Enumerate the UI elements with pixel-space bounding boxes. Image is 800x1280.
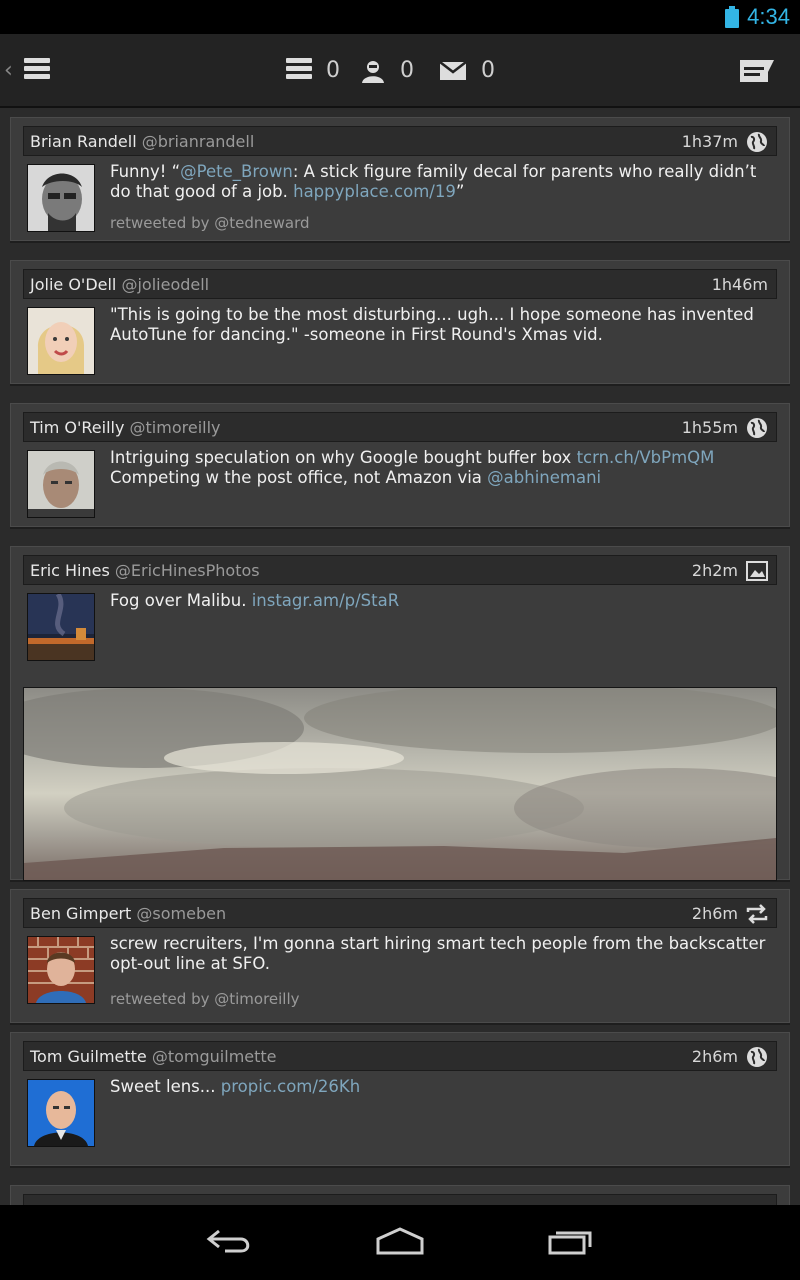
tweet-time: 2h6m [691,1047,738,1066]
avatar[interactable] [27,450,95,518]
timeline-icon[interactable] [286,58,312,82]
tweet-card[interactable]: Tom Guilmette @tomguilmette 2h6m Sweet l… [10,1032,790,1166]
tweet-time: 2h6m [691,904,738,923]
url-link[interactable]: instagr.am/p/StaR [252,591,400,610]
tweet-header: Tom Guilmette @tomguilmette 2h6m [23,1041,777,1071]
battery-icon [725,6,740,28]
mention-link[interactable]: @Pete_Brown [180,162,293,181]
author-name[interactable]: Tim O'Reilly [30,418,124,437]
tweet-header: Ben Gimpert @someben 2h6m [23,898,777,928]
messages-icon[interactable] [440,62,466,80]
tweet-card[interactable]: Eric Hines @EricHinesPhotos 2h2m Fog ove… [10,546,790,881]
tweet-header: Brian Randell @brianrandell 1h37m [23,126,777,156]
up-chevron-icon[interactable]: ‹ [4,58,13,83]
tweet-time: 1h37m [681,132,738,151]
timeline-count[interactable]: 0 [326,58,340,83]
author-name[interactable]: Jolie O'Dell [30,275,116,294]
mentions-count[interactable]: 0 [400,58,414,83]
author-handle[interactable]: @someben [136,904,226,923]
globe-icon [747,132,767,152]
tweet-card[interactable]: Jolie O'Dell @jolieodell 1h46m "This is … [10,260,790,384]
tweet-text: Funny! “@Pete_Brown: A stick figure fami… [110,162,757,201]
tweet-card[interactable]: Tim O'Reilly @timoreilly 1h55m Intriguin… [10,403,790,527]
home-icon[interactable] [374,1225,426,1257]
timeline-feed[interactable]: Brian Randell @brianrandell 1h37m Funny!… [0,110,800,1205]
author-handle[interactable]: @tomguilmette [152,1047,277,1066]
avatar[interactable] [27,1079,95,1147]
tweet-card[interactable]: Ben Gimpert @someben 2h6m screw recruite… [10,889,790,1023]
globe-icon [747,418,767,438]
status-clock: 4:34 [747,4,790,29]
tweet-card-partial[interactable] [10,1185,790,1205]
url-link[interactable]: happyplace.com/19 [293,182,456,201]
retweet-icon [746,904,768,924]
tweet-photo[interactable] [23,687,777,881]
recent-apps-icon[interactable] [546,1225,596,1257]
author-handle[interactable]: @jolieodell [121,275,209,294]
tweet-text: Intriguing speculation on why Google bou… [110,448,715,487]
retweeted-by: retweeted by @timoreilly [110,990,300,1008]
tweet-card[interactable]: Brian Randell @brianrandell 1h37m Funny!… [10,117,790,241]
avatar[interactable] [27,307,95,375]
author-name[interactable]: Eric Hines [30,561,110,580]
mentions-icon[interactable] [361,59,385,83]
image-icon [746,561,768,581]
tweet-text: "This is going to be the most disturbing… [110,305,754,344]
url-link[interactable]: tcrn.ch/VbPmQM [577,448,715,467]
tweet-header: Tim O'Reilly @timoreilly 1h55m [23,412,777,442]
tweet-time: 1h55m [681,418,738,437]
author-name[interactable]: Ben Gimpert [30,904,131,923]
tweet-header: Jolie O'Dell @jolieodell 1h46m [23,269,777,299]
app-menu-icon[interactable] [24,58,50,82]
mention-link[interactable]: @abhinemani [487,468,601,487]
compose-icon[interactable] [740,60,774,82]
action-bar: ‹ 0 0 0 [0,34,800,108]
author-name[interactable]: Tom Guilmette [30,1047,147,1066]
tweet-time: 1h46m [711,275,768,294]
author-handle[interactable]: @timoreilly [130,418,221,437]
back-icon[interactable] [205,1225,255,1257]
tweet-text: screw recruiters, I'm gonna start hiring… [110,934,766,973]
author-handle[interactable]: @brianrandell [142,132,255,151]
messages-count[interactable]: 0 [481,58,495,83]
author-handle[interactable]: @EricHinesPhotos [115,561,260,580]
globe-icon [747,1047,767,1067]
url-link[interactable]: propic.com/26Kh [221,1077,360,1096]
status-bar: 4:34 [0,0,800,34]
avatar[interactable] [27,936,95,1004]
tweet-text: Sweet lens... propic.com/26Kh [110,1077,361,1096]
author-name[interactable]: Brian Randell [30,132,137,151]
navigation-bar [0,1205,800,1280]
tweet-time: 2h2m [691,561,738,580]
avatar[interactable] [27,164,95,232]
tweet-header [23,1194,777,1205]
tweet-text: Fog over Malibu. instagr.am/p/StaR [110,591,400,610]
retweeted-by: retweeted by @tedneward [110,214,310,232]
tweet-header: Eric Hines @EricHinesPhotos 2h2m [23,555,777,585]
avatar[interactable] [27,593,95,661]
